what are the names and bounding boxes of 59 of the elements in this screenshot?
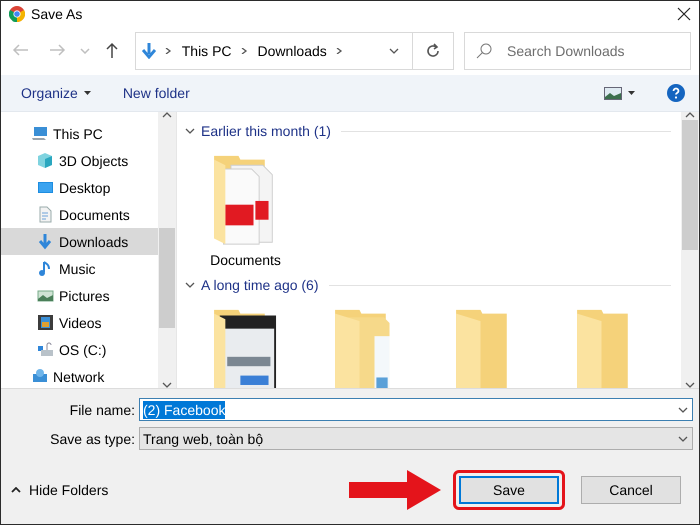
videos-icon	[37, 314, 54, 331]
breadcrumb[interactable]: Downloads	[258, 43, 327, 59]
hide-folders-button[interactable]: Hide Folders	[11, 482, 108, 498]
refresh-icon	[425, 43, 441, 59]
sidebar-item[interactable]: OS (C:)	[1, 336, 158, 363]
chevron-icon	[11, 487, 21, 493]
caret-icon	[84, 91, 91, 95]
network-icon	[31, 368, 48, 385]
file-name-field[interactable]: (2) Facebook	[139, 398, 693, 421]
organize-menu[interactable]: Organize	[21, 85, 91, 101]
pc-icon	[31, 125, 48, 142]
download-icon	[142, 43, 156, 59]
save-button[interactable]: Save	[459, 476, 559, 504]
close-icon[interactable]	[677, 7, 691, 21]
window-title: Save As	[31, 6, 84, 22]
scroll-up-icon	[685, 112, 695, 118]
drive-icon	[37, 341, 54, 358]
field-label: File name:	[68, 402, 136, 418]
dropdown-icon	[678, 406, 688, 412]
chevron-icon	[388, 48, 398, 54]
landscape-icon	[604, 86, 622, 100]
dropdown-icon	[678, 436, 688, 442]
chevron-icon	[80, 48, 90, 54]
group-header[interactable]: A long time ago (6)	[201, 277, 319, 293]
cancel-button[interactable]: Cancel	[581, 476, 681, 504]
folder-label[interactable]: Documents	[210, 252, 281, 268]
sidebar-item[interactable]: Documents	[1, 201, 158, 228]
desktop-icon	[37, 179, 54, 196]
document-icon	[37, 206, 54, 223]
scroll-down-icon	[685, 382, 695, 388]
sidebar-item[interactable]: Desktop	[1, 174, 158, 201]
new-folder-button[interactable]: New folder	[122, 85, 190, 101]
address-bar[interactable]: This PC Downloads	[134, 32, 454, 70]
sidebar-item[interactable]: Pictures	[1, 282, 158, 309]
group-header[interactable]: Earlier this month (1)	[201, 123, 331, 139]
sidebar-item[interactable]: Videos	[1, 309, 158, 336]
sidebar-item[interactable]: Music	[1, 255, 158, 282]
scrollbar[interactable]	[158, 112, 176, 388]
arrow-icon	[349, 470, 441, 510]
collapse-icon	[185, 128, 195, 134]
search-icon	[476, 43, 492, 59]
sidebar-item[interactable]: 3D Objects	[1, 147, 158, 174]
caret-icon	[628, 91, 635, 95]
search-field[interactable]: Search Downloads	[464, 32, 691, 70]
sidebar-item[interactable]: Network	[1, 363, 158, 388]
help-icon[interactable]	[667, 84, 685, 102]
browser-logo-icon	[9, 6, 25, 22]
scroll-up-icon	[162, 112, 172, 118]
field-label: Save as type:	[49, 430, 136, 446]
cube-icon	[37, 152, 54, 169]
breadcrumb[interactable]: This PC	[182, 43, 232, 59]
sidebar-item[interactable]: Downloads	[1, 228, 158, 255]
collapse-icon	[185, 282, 195, 288]
sidebar-item[interactable]: This PC	[1, 120, 158, 147]
scrollbar[interactable]	[681, 112, 699, 388]
save-type-dropdown[interactable]: Trang web, toàn bộ	[139, 427, 693, 450]
download-icon	[37, 233, 54, 250]
view-options-button[interactable]	[604, 86, 635, 100]
scroll-down-icon	[162, 382, 172, 388]
